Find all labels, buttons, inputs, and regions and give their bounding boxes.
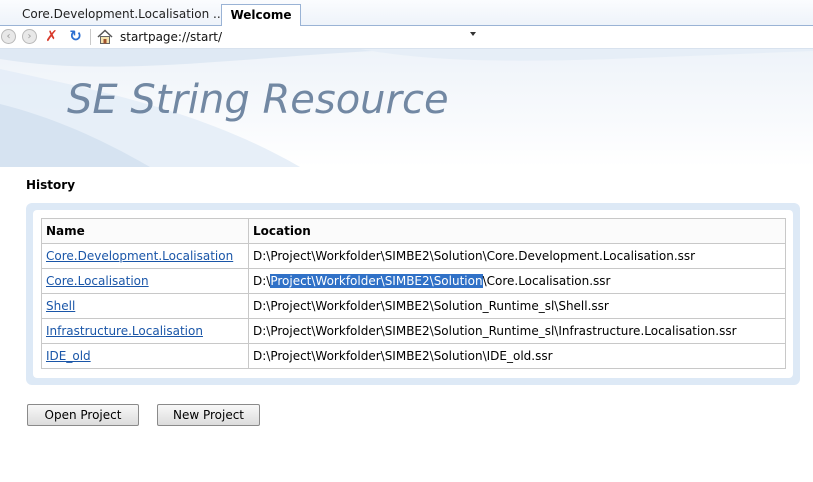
- forward-icon[interactable]: ›: [22, 29, 37, 44]
- url-input[interactable]: [118, 27, 488, 46]
- table-row: Infrastructure.Localisation D:\Project\W…: [41, 318, 786, 344]
- open-project-button[interactable]: Open Project: [27, 404, 139, 426]
- history-table: Name Location Core.Development.Localisat…: [41, 218, 786, 369]
- history-heading: History: [26, 178, 76, 192]
- stop-icon[interactable]: ✗: [44, 29, 59, 44]
- name-cell: Core.Localisation: [41, 268, 249, 294]
- back-icon[interactable]: ‹: [1, 29, 16, 44]
- project-link[interactable]: Core.Localisation: [46, 274, 149, 288]
- location-cell: D:\Project\Workfolder\SIMBE2\Solution_Ru…: [248, 318, 786, 344]
- project-link[interactable]: Infrastructure.Localisation: [46, 324, 203, 338]
- column-header-location: Location: [248, 218, 786, 244]
- location-cell: D:\Project\Workfolder\SIMBE2\Solution\Co…: [248, 268, 786, 294]
- location-cell: D:\Project\Workfolder\SIMBE2\Solution_Ru…: [248, 293, 786, 319]
- project-link[interactable]: Shell: [46, 299, 75, 313]
- location-cell: D:\Project\Workfolder\SIMBE2\Solution\Co…: [248, 243, 786, 269]
- location-selected-text: Project\Workfolder\SIMBE2\Solution: [270, 274, 483, 288]
- name-cell: Core.Development.Localisation: [41, 243, 249, 269]
- home-icon[interactable]: [96, 28, 114, 46]
- tab-strip: Core.Development.Localisation ... Welcom…: [0, 0, 813, 26]
- banner-title: SE String Resource: [67, 77, 449, 123]
- new-project-button[interactable]: New Project: [157, 404, 260, 426]
- name-cell: IDE_old: [41, 343, 249, 369]
- address-bar: ‹ › ✗ ↻: [0, 26, 813, 49]
- table-row: Shell D:\Project\Workfolder\SIMBE2\Solut…: [41, 293, 786, 319]
- dropdown-arrow-icon[interactable]: [470, 32, 476, 36]
- banner: SE String Resource: [0, 49, 813, 167]
- refresh-icon[interactable]: ↻: [68, 29, 83, 44]
- location-prefix: D:\: [253, 274, 271, 288]
- tab-core-development-localisation[interactable]: Core.Development.Localisation ...: [12, 4, 224, 24]
- table-row: Core.Development.Localisation D:\Project…: [41, 243, 786, 269]
- location-suffix: \Core.Localisation.ssr: [482, 274, 611, 288]
- location-cell: D:\Project\Workfolder\SIMBE2\Solution\ID…: [248, 343, 786, 369]
- table-header-row: Name Location: [41, 218, 786, 244]
- table-row: IDE_old D:\Project\Workfolder\SIMBE2\Sol…: [41, 343, 786, 369]
- toolbar-separator: [90, 29, 91, 45]
- table-row: Core.Localisation D:\Project\Workfolder\…: [41, 268, 786, 294]
- project-link[interactable]: Core.Development.Localisation: [46, 249, 233, 263]
- name-cell: Infrastructure.Localisation: [41, 318, 249, 344]
- project-link[interactable]: IDE_old: [46, 349, 91, 363]
- name-cell: Shell: [41, 293, 249, 319]
- tab-welcome[interactable]: Welcome: [221, 4, 301, 26]
- column-header-name: Name: [41, 218, 249, 244]
